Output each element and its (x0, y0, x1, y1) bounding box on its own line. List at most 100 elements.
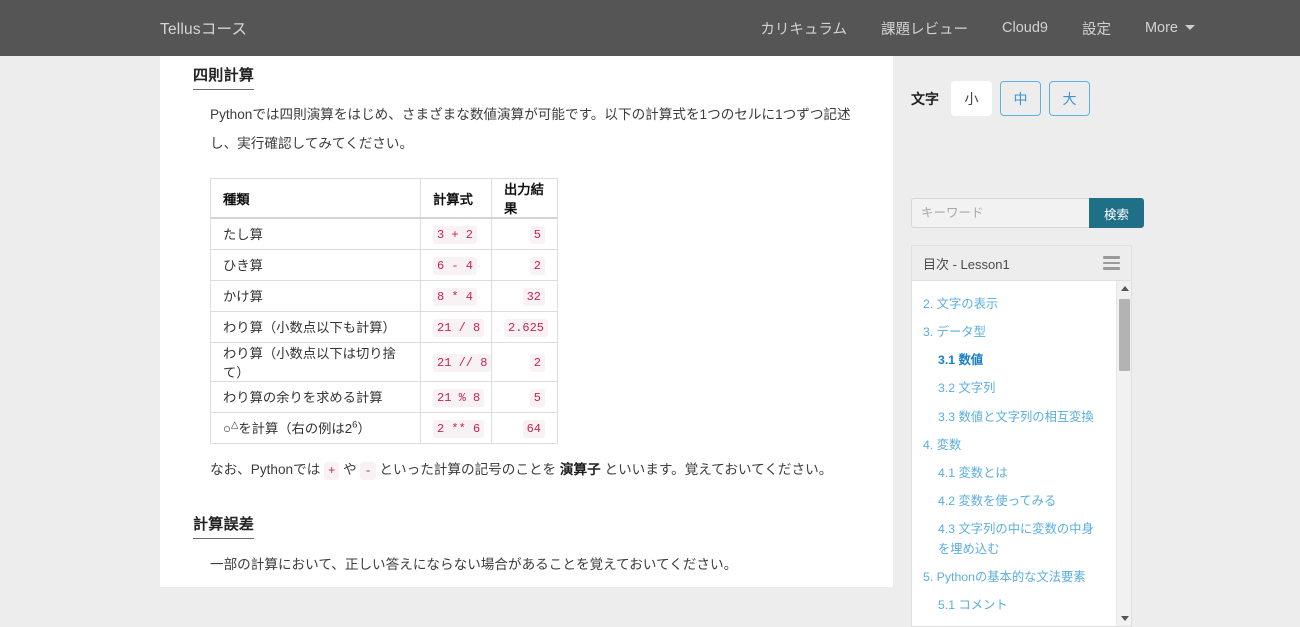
table-row: わり算の余りを求める計算 21 % 8 5 (210, 380, 558, 413)
note-keyword-operator: 演算子 (559, 461, 601, 477)
cell-kind: わり算（小数点以下も計算） (210, 310, 421, 343)
search-box: 検索 (911, 198, 1144, 228)
table-row: かけ算 8 * 4 32 (210, 279, 558, 312)
cell-expression: 8 * 4 (420, 279, 492, 312)
top-navbar: Tellusコース カリキュラム 課題レビュー Cloud9 設定 More (0, 0, 1300, 56)
expression-code: 3 + 2 (433, 225, 478, 244)
output-code: 5 (529, 388, 545, 407)
cell-expression: 21 // 8 (420, 341, 492, 382)
toc-item-3-1-numbers[interactable]: 3.1 数値 (912, 346, 1114, 374)
nav-more-label: More (1144, 20, 1178, 36)
section-paragraph-rounding-error: 一部の計算において、正しい答えにならない場合があることを覚えておいてください。 (210, 557, 738, 573)
output-code: 2.625 (504, 318, 549, 337)
font-size-control: 文字 小 中 大 (911, 81, 1098, 116)
output-code: 32 (522, 287, 545, 306)
toc-item-4-2-using-variables[interactable]: 4.2 変数を使ってみる (912, 488, 1114, 516)
cell-expression: 6 - 4 (420, 248, 492, 281)
section-paragraph-arithmetic: Pythonでは四則演算をはじめ、さまざまな数値演算が可能です。以下の計算式を1… (210, 107, 851, 151)
table-of-contents: 目次 - Lesson1 2. 文字の表示 3. データ型 3.1 数値 3.2… (911, 245, 1132, 627)
cell-kind: ひき算 (210, 248, 421, 281)
toc-item-3-data-types[interactable]: 3. データ型 (912, 318, 1114, 346)
navbar-links: カリキュラム 課題レビュー Cloud9 設定 More (743, 18, 1212, 39)
search-button[interactable]: 検索 (1089, 198, 1144, 228)
cell-output: 2 (491, 341, 558, 382)
output-code: 5 (529, 225, 545, 244)
hamburger-icon[interactable] (1103, 253, 1120, 274)
cell-output: 64 (491, 411, 558, 444)
nav-link-more[interactable]: More (1128, 20, 1212, 36)
font-size-medium-button[interactable]: 中 (1000, 81, 1041, 116)
cell-output: 32 (491, 279, 558, 312)
table-row: わり算（小数点以下は切り捨て） 21 // 8 2 (210, 341, 558, 382)
kind-prefix: ○ (223, 421, 232, 437)
note-code-minus: - (360, 461, 376, 480)
chevron-down-icon (1185, 25, 1195, 30)
table-row: わり算（小数点以下も計算） 21 / 8 2.625 (210, 310, 558, 343)
expression-code: 21 / 8 (433, 318, 485, 337)
kind-suffix: ） (357, 421, 371, 437)
note-part-4: といいます。覚えておいてください。 (600, 461, 833, 477)
cell-kind: かけ算 (210, 279, 421, 312)
font-size-label: 文字 (911, 90, 939, 107)
toc-item-4-1-what-are-variables[interactable]: 4.1 変数とは (912, 459, 1114, 487)
output-code: 2 (529, 353, 545, 372)
toc-list: 2. 文字の表示 3. データ型 3.1 数値 3.2 文字列 3.3 数値と文… (912, 290, 1131, 626)
expression-code: 21 % 8 (433, 388, 485, 407)
right-sidebar: 文字 小 中 大 検索 目次 - Lesson1 2. 文字の表示 3. データ… (893, 56, 1300, 627)
cell-expression: 3 + 2 (420, 217, 492, 250)
cell-kind: わり算の余りを求める計算 (210, 380, 421, 413)
note-part-2: や (339, 461, 361, 477)
cell-kind: ○△を計算（右の例は26） (210, 411, 421, 444)
lesson-content-panel: 四則計算 Pythonでは四則演算をはじめ、さまざまな数値演算が可能です。以下の… (160, 56, 893, 587)
scroll-down-arrow-icon[interactable] (1117, 611, 1131, 626)
table-header-row: 種類 計算式 出力結果 (210, 178, 558, 220)
scrollbar-thumb[interactable] (1119, 299, 1130, 371)
table-row: ○△を計算（右の例は26） 2 ** 6 64 (210, 411, 558, 444)
cell-kind: たし算 (210, 217, 421, 250)
page-body: 四則計算 Pythonでは四則演算をはじめ、さまざまな数値演算が可能です。以下の… (0, 56, 1300, 627)
section-heading-rounding-error: 計算誤差 (193, 513, 255, 540)
table-header-kind: 種類 (210, 178, 421, 220)
toc-item-4-3-embedding-variables[interactable]: 4.3 文字列の中に変数の中身を埋め込む (912, 516, 1114, 563)
table-row: たし算 3 + 2 5 (210, 217, 558, 250)
toc-item-4-variables[interactable]: 4. 変数 (912, 431, 1114, 459)
cell-output: 5 (491, 217, 558, 250)
kind-middle: を計算（右の例は2 (238, 421, 353, 437)
note-part-3: といった計算の記号のことを (375, 461, 560, 477)
nav-link-cloud9[interactable]: Cloud9 (985, 20, 1065, 36)
expression-code: 8 * 4 (433, 287, 478, 306)
font-size-large-button[interactable]: 大 (1049, 81, 1090, 116)
toc-item-5-python-syntax[interactable]: 5. Pythonの基本的な文法要素 (912, 563, 1114, 591)
operator-note: なお、Pythonでは + や - といった計算の記号のことを 演算子 といいま… (193, 457, 860, 483)
section-heading-arithmetic: 四則計算 (193, 64, 255, 90)
cell-expression: 21 % 8 (420, 380, 492, 413)
output-code: 2 (529, 256, 545, 275)
note-part-1: なお、Pythonでは (210, 461, 325, 477)
arithmetic-table: 種類 計算式 出力結果 たし算 3 + 2 5 ひき算 6 - 4 2 かけ算 … (210, 178, 558, 444)
expression-code: 21 // 8 (433, 353, 492, 372)
toc-header: 目次 - Lesson1 (912, 246, 1131, 281)
output-code: 64 (522, 419, 545, 438)
toc-item-3-2-strings[interactable]: 3.2 文字列 (912, 375, 1114, 403)
brand-title[interactable]: Tellusコース (160, 17, 247, 39)
toc-scrollbar[interactable] (1116, 281, 1131, 626)
nav-link-assignment-review[interactable]: 課題レビュー (864, 18, 985, 39)
toc-item-5-2-statement-separator[interactable]: 5.2 命令文の区切り (912, 620, 1114, 626)
nav-link-settings[interactable]: 設定 (1065, 18, 1128, 39)
toc-item-5-1-comments[interactable]: 5.1 コメント (912, 591, 1114, 619)
section-heading-wrap-1: 四則計算 (193, 56, 860, 90)
toc-body: 2. 文字の表示 3. データ型 3.1 数値 3.2 文字列 3.3 数値と文… (912, 281, 1131, 626)
scroll-up-arrow-icon[interactable] (1117, 281, 1131, 296)
cell-kind: わり算（小数点以下は切り捨て） (210, 341, 421, 382)
toc-item-2-text-display[interactable]: 2. 文字の表示 (912, 290, 1114, 318)
toc-title: 目次 - Lesson1 (923, 256, 1010, 272)
search-input[interactable] (911, 198, 1089, 228)
nav-link-curriculum[interactable]: カリキュラム (743, 18, 864, 39)
font-size-small-button[interactable]: 小 (951, 81, 992, 116)
toc-item-3-3-conversion[interactable]: 3.3 数値と文字列の相互変換 (912, 403, 1114, 431)
expression-code: 2 ** 6 (433, 419, 485, 438)
cell-output: 2 (491, 248, 558, 281)
cell-expression: 2 ** 6 (420, 411, 492, 444)
cell-output: 2.625 (491, 310, 558, 343)
note-code-plus: + (324, 461, 340, 480)
